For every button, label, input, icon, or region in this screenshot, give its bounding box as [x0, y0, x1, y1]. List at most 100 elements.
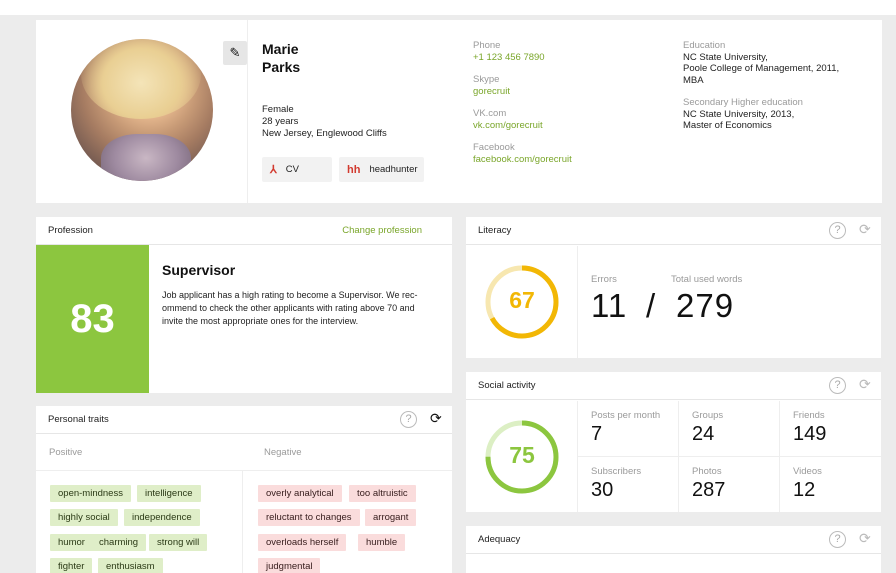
skype-link[interactable]: gorecruit — [473, 86, 510, 98]
positive-trait-tag: enthusiasm — [98, 558, 163, 573]
positive-label: Positive — [49, 447, 83, 458]
divider — [36, 470, 452, 471]
profession-score: 83 — [36, 245, 149, 393]
errors-value: 11 — [591, 287, 628, 324]
profession-description: Job applicant has a high rating to becom… — [162, 290, 418, 326]
profession-card: Profession Change profession 83 Supervis… — [36, 217, 452, 393]
candidate-meta: Female 28 years New Jersey, Englewood Cl… — [262, 104, 387, 140]
facebook-link[interactable]: facebook.com/gorecruit — [473, 154, 572, 166]
facebook-label: Facebook — [473, 142, 515, 153]
vk-link[interactable]: vk.com/gorecruit — [473, 120, 543, 132]
negative-label: Negative — [264, 447, 302, 458]
education-label: Education — [683, 40, 726, 51]
errors-label: Errors — [591, 274, 617, 285]
sync-icon[interactable]: ⟳ — [430, 410, 442, 427]
subscribers-value: 30 — [591, 479, 614, 501]
positive-trait-tag: open-mindness — [50, 485, 131, 502]
divider — [247, 20, 248, 203]
photos-value: 287 — [692, 479, 726, 501]
total-words-label: Total used words — [671, 274, 743, 285]
cv-label: CV — [285, 164, 299, 175]
headhunter-button[interactable]: hh headhunter — [339, 157, 424, 182]
social-title: Social activity — [478, 380, 536, 391]
negative-trait-tag: reluctant to changes — [258, 509, 360, 526]
traits-card: Personal traits ? ⟳ Positive Negative op… — [36, 406, 452, 573]
positive-trait-tag: humor — [50, 534, 93, 551]
sync-icon[interactable]: ⟳ — [859, 530, 871, 547]
profession-title: Profession — [48, 225, 93, 236]
photos-label: Photos — [692, 466, 722, 477]
candidate-name: Marie Parks — [262, 40, 300, 76]
facebook-block: Facebook facebook.com/gorecruit — [473, 142, 572, 165]
videos-value: 12 — [793, 479, 816, 501]
skype-label: Skype — [473, 74, 500, 85]
age: 28 years — [262, 116, 299, 127]
location: New Jersey, Englewood Cliffs — [262, 128, 387, 139]
friends-value: 149 — [793, 423, 827, 445]
divider — [577, 246, 578, 358]
education-line: NC State University, 2013, — [683, 108, 795, 120]
traits-title: Personal traits — [48, 414, 109, 425]
social-score: 75 — [509, 442, 535, 468]
negative-trait-tag: humble — [358, 534, 406, 551]
positive-trait-tag: highly social — [50, 509, 118, 526]
divider — [242, 470, 243, 573]
help-icon[interactable]: ? — [829, 222, 846, 239]
negative-trait-tag: overloads herself — [258, 534, 347, 551]
traits-header: Personal traits ? ⟳ — [36, 406, 452, 434]
sync-icon[interactable]: ⟳ — [859, 376, 871, 393]
social-header: Social activity ? ⟳ — [466, 372, 881, 400]
positive-trait-tag: fighter — [50, 558, 93, 573]
gender: Female — [262, 104, 294, 115]
total-words-value: 279 — [676, 287, 735, 324]
help-icon[interactable]: ? — [829, 377, 846, 394]
education-line: Master of Economics — [683, 120, 772, 131]
posts-label: Posts per month — [591, 410, 661, 421]
positive-trait-tag: intelligence — [137, 485, 201, 502]
education-block: Education NC State University, Poole Col… — [683, 40, 839, 86]
change-profession-link[interactable]: Change profession — [342, 225, 422, 236]
sync-icon[interactable]: ⟳ — [859, 221, 871, 238]
help-icon[interactable]: ? — [400, 411, 417, 428]
negative-trait-tag: too altruistic — [349, 485, 416, 502]
videos-label: Videos — [793, 466, 822, 477]
phone-link[interactable]: +1 123 456 7890 — [473, 52, 545, 64]
positive-trait-tag: strong will — [149, 534, 208, 551]
friends-label: Friends — [793, 410, 825, 421]
help-icon[interactable]: ? — [829, 531, 846, 548]
top-strip — [0, 0, 896, 15]
last-name: Parks — [262, 59, 301, 75]
literacy-title: Literacy — [478, 225, 512, 236]
literacy-header: Literacy ? ⟳ — [466, 217, 881, 245]
negative-trait-tag: arrogant — [365, 509, 417, 526]
avatar — [71, 39, 213, 181]
negative-trait-tag: judgmental — [258, 558, 321, 573]
literacy-score: 67 — [509, 287, 535, 313]
profession-header: Profession Change profession — [36, 217, 452, 245]
positive-trait-tag: independence — [124, 509, 200, 526]
education-line: Poole College of Management, 2011, — [683, 63, 840, 74]
profession-name: Supervisor — [162, 262, 236, 278]
groups-value: 24 — [692, 423, 715, 445]
education-line: NC State University, — [683, 51, 768, 63]
secondary-education-label: Secondary Higher education — [683, 97, 803, 108]
adequacy-card: Adequacy ? ⟳ — [466, 526, 881, 573]
phone-label: Phone — [473, 40, 501, 51]
skype-block: Skype gorecruit — [473, 74, 510, 97]
subscribers-label: Subscribers — [591, 466, 642, 477]
divider — [577, 456, 881, 457]
positive-trait-tag: charming — [91, 534, 147, 551]
literacy-card: Literacy ? ⟳ 67 Errors Total used words … — [466, 217, 881, 358]
adequacy-title: Adequacy — [478, 534, 521, 545]
edit-icon[interactable]: ✎ — [223, 41, 247, 65]
vk-block: VK.com vk.com/gorecruit — [473, 108, 543, 131]
separator: / — [646, 287, 657, 324]
headhunter-label: headhunter — [369, 164, 418, 175]
social-activity-card: Social activity ? ⟳ 75 Posts per month 7… — [466, 372, 881, 512]
secondary-education-block: Secondary Higher education NC State Univ… — [683, 97, 803, 132]
headhunter-icon: hh — [347, 163, 361, 176]
pdf-icon: ⅄ — [270, 164, 277, 176]
education-line: MBA — [683, 74, 704, 86]
groups-label: Groups — [692, 410, 724, 421]
cv-button[interactable]: ⅄ CV — [262, 157, 332, 182]
